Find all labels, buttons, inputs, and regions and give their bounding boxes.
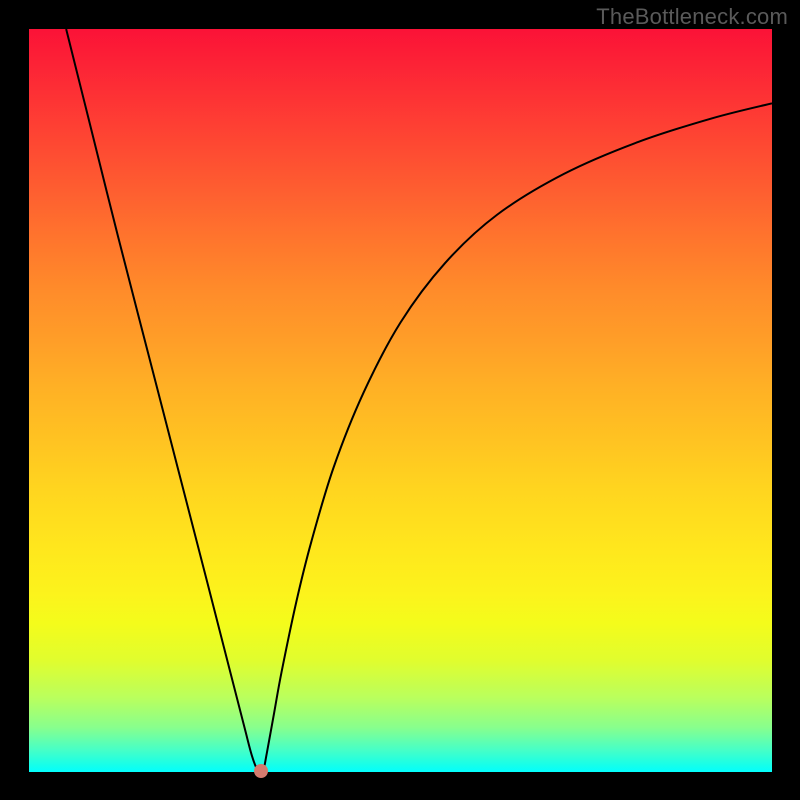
bottleneck-curve (29, 29, 772, 772)
chart-plot-area (29, 29, 772, 772)
attribution-label: TheBottleneck.com (596, 4, 788, 30)
optimal-marker-dot (254, 764, 268, 778)
